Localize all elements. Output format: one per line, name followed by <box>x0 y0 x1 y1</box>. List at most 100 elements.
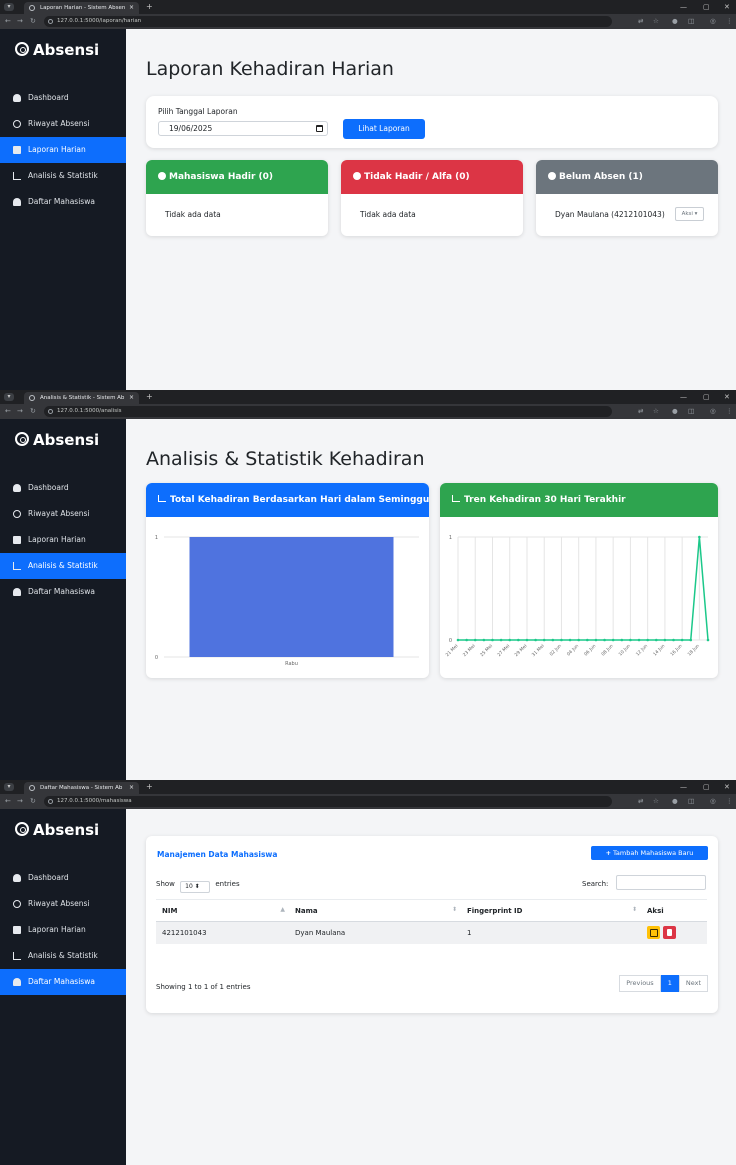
brand[interactable]: Absensi <box>15 431 99 449</box>
trend-point <box>706 638 710 642</box>
close-tab-icon[interactable]: × <box>129 2 134 14</box>
close-window-icon[interactable]: ✕ <box>724 780 730 794</box>
restore-icon[interactable]: ▢ <box>703 390 710 404</box>
site-info-icon[interactable] <box>48 799 53 804</box>
tab-search-icon[interactable]: ▾ <box>4 3 14 11</box>
minimize-icon[interactable]: — <box>680 0 687 14</box>
sort-icon: ⬍ <box>631 906 637 913</box>
next-button[interactable]: Next <box>678 975 708 992</box>
tab-search-icon[interactable]: ▾ <box>4 393 14 401</box>
profile-icon[interactable]: ◎ <box>710 404 716 419</box>
bookmark-star-icon[interactable]: ☆ <box>653 14 659 29</box>
cell-nama: Dyan Maulana <box>289 921 461 944</box>
new-tab-icon[interactable]: + <box>146 391 153 403</box>
date-input[interactable]: 19/06/2025 <box>158 121 328 136</box>
profile-icon[interactable]: ◎ <box>710 14 716 29</box>
sidebar-item-dashboard[interactable]: Dashboard <box>0 475 126 501</box>
weekly-chart-header: Total Kehadiran Berdasarkan Hari dalam S… <box>146 483 429 517</box>
lihat-laporan-button[interactable]: Lihat Laporan <box>343 119 425 139</box>
menu-kebab-icon[interactable]: ⋮ <box>726 14 733 29</box>
sidebar-item-analisis[interactable]: Analisis & Statistik <box>0 163 126 189</box>
sidebar-item-analisis[interactable]: Analisis & Statistik <box>0 943 126 969</box>
back-icon[interactable]: ← <box>5 404 11 419</box>
site-info-icon[interactable] <box>48 19 53 24</box>
profile-icon[interactable]: ◎ <box>710 794 716 809</box>
page-length-select[interactable]: 10 ⬍ <box>180 881 211 893</box>
sidebar-item-laporan-harian[interactable]: Laporan Harian <box>0 137 126 163</box>
calendar-icon <box>13 926 21 934</box>
sidebar-item-dashboard[interactable]: Dashboard <box>0 865 126 891</box>
reload-icon[interactable]: ↻ <box>30 14 36 29</box>
page-length-value: 10 <box>185 883 193 890</box>
address-bar[interactable]: 127.0.0.1:5000/mahasiswa <box>44 796 612 807</box>
menu-kebab-icon[interactable]: ⋮ <box>726 794 733 809</box>
sidebar-item-riwayat-absensi[interactable]: Riwayat Absensi <box>0 111 126 137</box>
address-bar[interactable]: 127.0.0.1:5000/analisis <box>44 406 612 417</box>
browser-tab[interactable]: Laporan Harian - Sistem Absen × <box>24 2 139 14</box>
x-tick-label: 23 Mei <box>462 643 477 658</box>
translate-icon[interactable]: ⇄ <box>638 14 643 29</box>
close-tab-icon[interactable]: × <box>129 782 134 794</box>
reload-icon[interactable]: ↻ <box>30 794 36 809</box>
sidebar-item-laporan-harian[interactable]: Laporan Harian <box>0 917 126 943</box>
sidebar-item-laporan-harian[interactable]: Laporan Harian <box>0 527 126 553</box>
reload-icon[interactable]: ↻ <box>30 404 36 419</box>
browser-tab[interactable]: Daftar Mahasiswa - Sistem Ab × <box>24 782 139 794</box>
close-tab-icon[interactable]: × <box>129 392 134 404</box>
sidebar: Absensi Dashboard Riwayat Absensi Lapora… <box>0 29 126 390</box>
search-input[interactable] <box>616 875 706 890</box>
sidebar-item-daftar-mahasiswa[interactable]: Daftar Mahasiswa <box>0 189 126 215</box>
sidebar-item-riwayat-absensi[interactable]: Riwayat Absensi <box>0 501 126 527</box>
forward-icon[interactable]: → <box>17 404 23 419</box>
forward-icon[interactable]: → <box>17 14 23 29</box>
sidebar-item-daftar-mahasiswa[interactable]: Daftar Mahasiswa <box>0 579 126 605</box>
extensions-puzzle-icon[interactable]: ◫ <box>688 404 694 419</box>
close-window-icon[interactable]: ✕ <box>724 390 730 404</box>
edit-icon[interactable] <box>647 926 660 940</box>
extensions-puzzle-icon[interactable]: ◫ <box>688 794 694 809</box>
back-icon[interactable]: ← <box>5 14 11 29</box>
col-header-nim[interactable]: NIM ▲ <box>156 899 289 922</box>
col-label: Nama <box>295 906 318 915</box>
bookmark-star-icon[interactable]: ☆ <box>653 794 659 809</box>
new-tab-icon[interactable]: + <box>146 781 153 793</box>
belum-absen-card: Belum Absen (1) Dyan Maulana (4212101043… <box>536 160 718 236</box>
restore-icon[interactable]: ▢ <box>703 0 710 14</box>
browser-tab[interactable]: Analisis & Statistik - Sistem Ab × <box>24 392 139 404</box>
site-info-icon[interactable] <box>48 409 53 414</box>
restore-icon[interactable]: ▢ <box>703 780 710 794</box>
sidebar-item-riwayat-absensi[interactable]: Riwayat Absensi <box>0 891 126 917</box>
aksi-dropdown-button[interactable]: Aksi ▾ <box>675 207 704 221</box>
extension-icon[interactable]: ● <box>672 404 678 419</box>
calendar-picker-icon[interactable] <box>316 125 323 132</box>
previous-button[interactable]: Previous <box>619 975 661 992</box>
translate-icon[interactable]: ⇄ <box>638 794 643 809</box>
close-window-icon[interactable]: ✕ <box>724 0 730 14</box>
back-icon[interactable]: ← <box>5 794 11 809</box>
page-1-button[interactable]: 1 <box>660 975 679 992</box>
minimize-icon[interactable]: — <box>680 390 687 404</box>
extension-icon[interactable]: ● <box>672 14 678 29</box>
new-tab-icon[interactable]: + <box>146 1 153 13</box>
extensions-puzzle-icon[interactable]: ◫ <box>688 14 694 29</box>
col-header-nama[interactable]: Nama ⬍ <box>289 899 461 922</box>
extension-icon[interactable]: ● <box>672 794 678 809</box>
sidebar-item-daftar-mahasiswa[interactable]: Daftar Mahasiswa <box>0 969 126 995</box>
address-bar[interactable]: 127.0.0.1:5000/laporan/harian <box>44 16 612 27</box>
trash-icon[interactable] <box>663 926 676 940</box>
brand[interactable]: Absensi <box>15 41 99 59</box>
col-header-fingerprint[interactable]: Fingerprint ID ⬍ <box>461 899 641 922</box>
brand[interactable]: Absensi <box>15 821 99 839</box>
forward-icon[interactable]: → <box>17 794 23 809</box>
add-student-label: Tambah Mahasiswa Baru <box>613 849 694 857</box>
translate-icon[interactable]: ⇄ <box>638 404 643 419</box>
brand-label: Absensi <box>33 821 100 839</box>
tab-search-icon[interactable]: ▾ <box>4 783 14 791</box>
minimize-icon[interactable]: — <box>680 780 687 794</box>
add-student-button[interactable]: + Tambah Mahasiswa Baru <box>591 846 708 860</box>
x-tick-label: 12 Jun <box>635 643 649 657</box>
menu-kebab-icon[interactable]: ⋮ <box>726 404 733 419</box>
bookmark-star-icon[interactable]: ☆ <box>653 404 659 419</box>
sidebar-item-dashboard[interactable]: Dashboard <box>0 85 126 111</box>
sidebar-item-analisis[interactable]: Analisis & Statistik <box>0 553 126 579</box>
